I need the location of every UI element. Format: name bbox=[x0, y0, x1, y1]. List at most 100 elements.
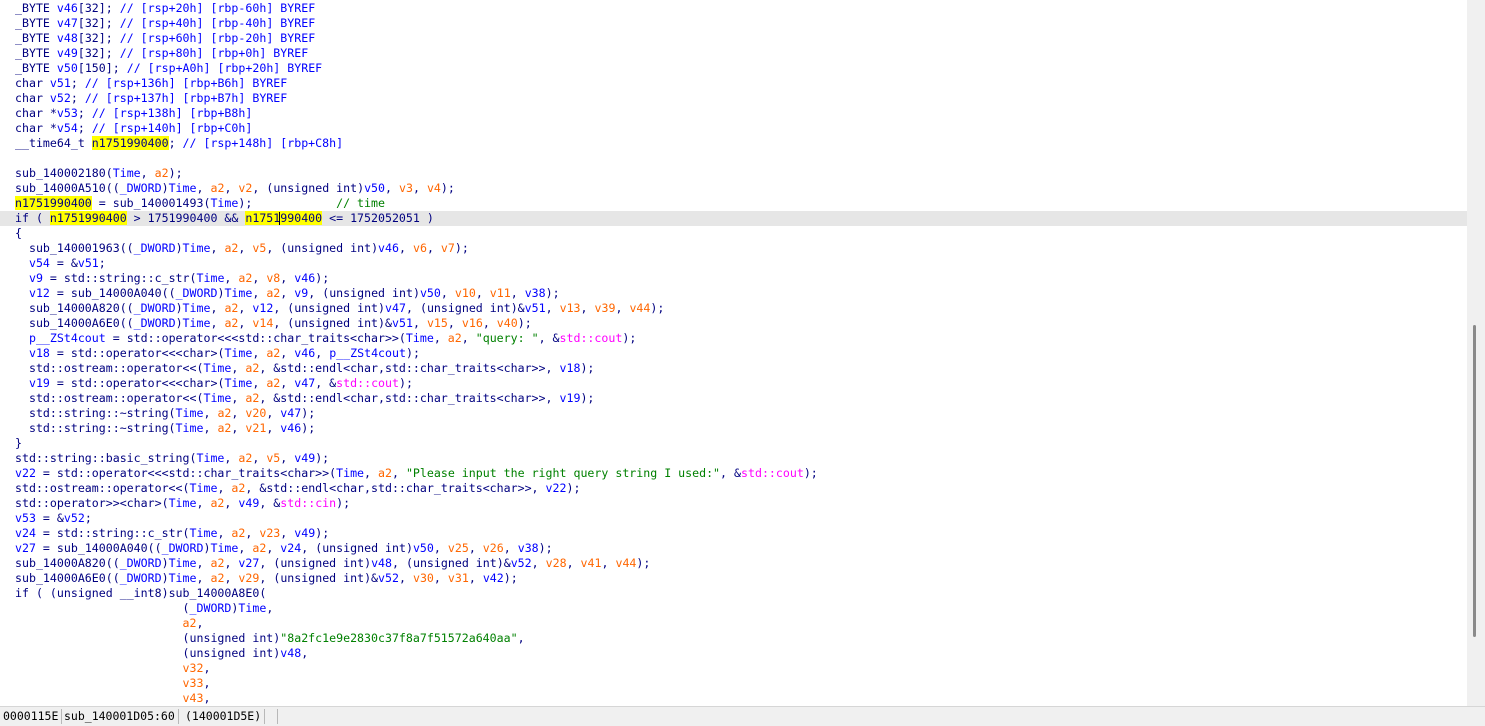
code-token[interactable]: v18 bbox=[559, 361, 580, 375]
code-token[interactable]: Time bbox=[224, 376, 252, 390]
code-token[interactable]: Time bbox=[406, 331, 434, 345]
code-line[interactable]: __time64_t n1751990400; // [rsp+148h] [r… bbox=[15, 136, 343, 151]
code-token[interactable]: Time bbox=[169, 181, 197, 195]
code-token[interactable]: Time bbox=[113, 166, 141, 180]
code-line[interactable]: std::ostream::operator<<(Time, a2, &std:… bbox=[15, 481, 580, 496]
code-token[interactable]: ) bbox=[176, 301, 183, 315]
code-token[interactable]: ); bbox=[580, 361, 594, 375]
code-token[interactable]: ) bbox=[176, 316, 183, 330]
code-token[interactable]: , bbox=[203, 406, 217, 420]
highlighted-identifier[interactable]: 990400 bbox=[280, 211, 323, 225]
code-token[interactable]: v32 bbox=[183, 661, 204, 675]
code-token[interactable]: [150]; bbox=[78, 61, 127, 75]
code-token[interactable]: , bbox=[581, 301, 595, 315]
code-token[interactable]: v46 bbox=[294, 346, 315, 360]
code-token[interactable]: v53 bbox=[57, 106, 78, 120]
code-token[interactable]: v47 bbox=[385, 301, 406, 315]
code-token[interactable]: Time bbox=[183, 301, 211, 315]
code-token[interactable]: v51 bbox=[50, 76, 71, 90]
code-token[interactable]: , bbox=[518, 631, 525, 645]
code-token[interactable]: std::string::~string( bbox=[15, 406, 176, 420]
code-token[interactable]: std::cout bbox=[336, 376, 399, 390]
code-token[interactable]: = & bbox=[50, 256, 78, 270]
code-token[interactable]: unsigned int bbox=[294, 316, 378, 330]
code-token[interactable]: std::cout bbox=[560, 331, 623, 345]
code-token[interactable]: , bbox=[203, 661, 210, 675]
code-token[interactable]: ) bbox=[176, 241, 183, 255]
code-token[interactable]: char bbox=[15, 91, 50, 105]
code-token[interactable]: , bbox=[399, 571, 413, 585]
code-token[interactable]: , bbox=[197, 556, 211, 570]
code-line[interactable]: char *v54; // [rsp+140h] [rbp+C0h] bbox=[15, 121, 252, 136]
code-token[interactable]: if ( ( bbox=[15, 586, 57, 600]
code-token[interactable]: v27 bbox=[238, 556, 259, 570]
code-token[interactable]: ; bbox=[99, 256, 106, 270]
code-token[interactable]: _DWORD bbox=[176, 286, 218, 300]
code-token[interactable]: if ( bbox=[15, 211, 50, 225]
code-token[interactable]: , bbox=[469, 571, 483, 585]
code-token[interactable]: , bbox=[413, 316, 427, 330]
code-token[interactable]: v49 bbox=[57, 46, 78, 60]
code-token[interactable]: Time bbox=[183, 241, 211, 255]
code-token[interactable]: sub_14000A820(( bbox=[15, 556, 120, 570]
code-line[interactable]: v18 = std::operator<<<char>(Time, a2, v4… bbox=[15, 346, 420, 361]
code-token[interactable]: ; bbox=[78, 106, 92, 120]
code-line-current[interactable]: if ( n1751990400 > 1751990400 && n175199… bbox=[0, 211, 1467, 226]
code-token[interactable]: = std::operator<<<char>( bbox=[50, 346, 225, 360]
code-token[interactable]: , bbox=[224, 271, 238, 285]
code-token[interactable]: _DWORD bbox=[190, 601, 232, 615]
code-token[interactable]: v2 bbox=[238, 181, 252, 195]
code-token[interactable]: unsigned int bbox=[190, 631, 274, 645]
code-token[interactable]: )& bbox=[511, 301, 525, 315]
code-token[interactable]: = sub_14000A040(( bbox=[36, 541, 162, 555]
code-token[interactable]: v48 bbox=[57, 31, 78, 45]
code-token[interactable]: a2 bbox=[217, 406, 231, 420]
code-token[interactable]: ); bbox=[301, 406, 315, 420]
code-token[interactable]: _DWORD bbox=[134, 241, 176, 255]
code-token[interactable]: , bbox=[252, 271, 266, 285]
code-token[interactable]: , bbox=[238, 541, 252, 555]
code-line[interactable]: sub_140002180(Time, a2); bbox=[15, 166, 183, 181]
code-line[interactable]: char v51; // [rsp+136h] [rbp+B6h] BYREF bbox=[15, 76, 287, 91]
code-token[interactable]: ; bbox=[85, 511, 92, 525]
code-token[interactable]: , bbox=[315, 346, 329, 360]
code-line[interactable]: sub_14000A510((_DWORD)Time, a2, v2, (uns… bbox=[15, 181, 455, 196]
code-token[interactable]: , & bbox=[720, 466, 741, 480]
code-line[interactable]: char v52; // [rsp+137h] [rbp+B7h] BYREF bbox=[15, 91, 287, 106]
code-token[interactable]: v43 bbox=[183, 691, 204, 705]
code-token[interactable]: "Please input the right query string I u… bbox=[406, 466, 720, 480]
code-token[interactable]: , bbox=[217, 481, 231, 495]
code-token[interactable]: v9 bbox=[29, 271, 43, 285]
code-token[interactable]: v47 bbox=[57, 16, 78, 30]
code-token[interactable]: , bbox=[266, 421, 280, 435]
code-token[interactable]: unsigned int bbox=[329, 286, 413, 300]
code-token[interactable]: Time bbox=[169, 556, 197, 570]
code-token[interactable]: a2 bbox=[266, 286, 280, 300]
code-token[interactable]: std::ostream::operator<<( bbox=[15, 391, 204, 405]
code-token[interactable]: v23 bbox=[259, 526, 280, 540]
code-token[interactable]: ); bbox=[441, 181, 455, 195]
code-token[interactable]: v44 bbox=[629, 301, 650, 315]
code-token[interactable]: _BYTE bbox=[15, 1, 57, 15]
code-token[interactable]: v3 bbox=[399, 181, 413, 195]
code-token[interactable]: v38 bbox=[525, 286, 546, 300]
code-token[interactable]: char bbox=[15, 76, 50, 90]
code-token[interactable] bbox=[15, 286, 29, 300]
code-token[interactable]: [32]; bbox=[78, 1, 120, 15]
code-token[interactable]: Time bbox=[197, 271, 225, 285]
code-token[interactable]: , ( bbox=[301, 541, 322, 555]
code-line[interactable]: v43, bbox=[15, 691, 211, 706]
code-token[interactable]: )& bbox=[497, 556, 511, 570]
code-token[interactable]: v4 bbox=[427, 181, 441, 195]
code-token[interactable]: a2 bbox=[183, 616, 197, 630]
code-line[interactable]: std::string::~string(Time, a2, v20, v47)… bbox=[15, 406, 315, 421]
code-token[interactable]: , bbox=[602, 556, 616, 570]
code-token[interactable]: v30 bbox=[413, 571, 434, 585]
code-token[interactable]: ); bbox=[504, 571, 518, 585]
code-token[interactable]: std::string::basic_string( bbox=[15, 451, 196, 465]
code-token[interactable]: // [rsp+60h] [rbp-20h] BYREF bbox=[120, 31, 315, 45]
code-token[interactable]: = std::operator<<<char>( bbox=[50, 376, 225, 390]
code-token[interactable]: // [rsp+138h] [rbp+B8h] bbox=[92, 106, 253, 120]
code-line[interactable]: sub_14000A820((_DWORD)Time, a2, v12, (un… bbox=[15, 301, 664, 316]
code-token[interactable] bbox=[15, 376, 29, 390]
